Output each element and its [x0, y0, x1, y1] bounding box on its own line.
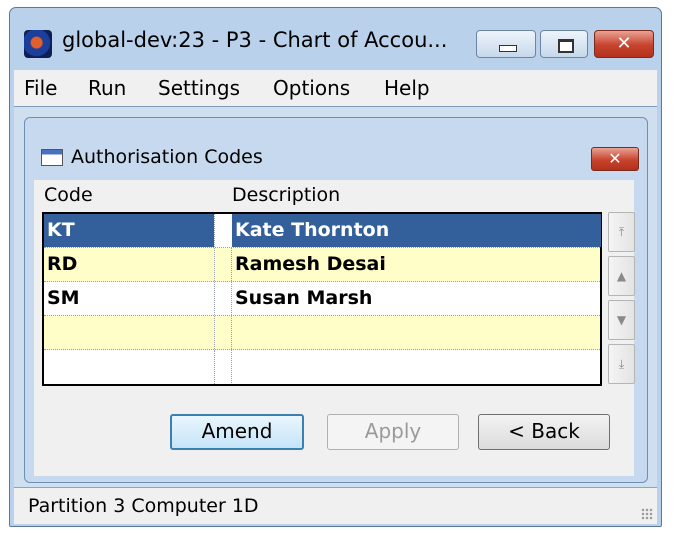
- menu-settings[interactable]: Settings: [158, 76, 240, 100]
- column-header-description[interactable]: Description: [232, 184, 340, 206]
- column-header-code[interactable]: Code: [44, 184, 93, 206]
- dialog-content: Code Description KT Kate Thornton RD Ram…: [34, 180, 635, 476]
- app-globe-icon[interactable]: [24, 30, 52, 58]
- dialog-title: Authorisation Codes: [71, 146, 263, 168]
- column-gap: [214, 248, 231, 281]
- scroll-top-button[interactable]: ⤒: [608, 212, 635, 252]
- apply-button[interactable]: Apply: [327, 414, 459, 450]
- authorisation-codes-window: Authorisation Codes ✕ Code Description K…: [24, 117, 648, 483]
- cell-code: SM: [47, 287, 80, 309]
- back-button[interactable]: < Back: [478, 414, 610, 450]
- menu-bar: File Run Settings Options Help: [14, 70, 657, 106]
- scroll-bottom-icon: ⤓: [618, 357, 625, 371]
- mdi-area: Authorisation Codes ✕ Code Description K…: [14, 106, 657, 487]
- cell-description: Kate Thornton: [232, 214, 601, 247]
- menu-run[interactable]: Run: [88, 76, 126, 100]
- column-gap: [214, 282, 231, 315]
- scroll-up-button[interactable]: ▲: [608, 256, 635, 296]
- title-bar[interactable]: global-dev:23 - P3 - Chart of Accou... ✕: [10, 8, 661, 68]
- cell-code: [44, 350, 214, 383]
- close-icon: ✕: [616, 33, 632, 54]
- cell-code: [44, 316, 214, 349]
- cell-description: [231, 316, 600, 349]
- status-bar: Partition 3 Computer 1D: [14, 487, 657, 524]
- minimize-button[interactable]: [476, 30, 536, 58]
- menu-file[interactable]: File: [24, 76, 57, 100]
- window-title: global-dev:23 - P3 - Chart of Accou...: [62, 28, 448, 52]
- menu-options[interactable]: Options: [273, 76, 350, 100]
- menu-help[interactable]: Help: [384, 76, 430, 100]
- arrow-up-icon: ▲: [616, 269, 627, 283]
- close-button[interactable]: ✕: [594, 30, 654, 58]
- resize-grip-icon[interactable]: [641, 508, 653, 520]
- scroll-down-button[interactable]: ▼: [608, 300, 635, 340]
- cell-description: [231, 350, 600, 383]
- cell-code: RD: [47, 253, 78, 275]
- close-icon: ✕: [608, 149, 622, 168]
- scroll-top-icon: ⤒: [618, 225, 625, 239]
- column-gap: [214, 214, 231, 247]
- table-row[interactable]: RD Ramesh Desai: [44, 248, 600, 282]
- table-row[interactable]: [44, 316, 600, 350]
- codes-table: KT Kate Thornton RD Ramesh Desai SM Susa…: [42, 212, 602, 386]
- column-gap: [214, 316, 231, 349]
- dialog-close-button[interactable]: ✕: [591, 147, 639, 171]
- app-window: global-dev:23 - P3 - Chart of Accou... ✕…: [9, 7, 662, 527]
- column-gap: [214, 350, 231, 384]
- amend-button[interactable]: Amend: [170, 414, 304, 450]
- cell-description: Ramesh Desai: [231, 248, 600, 281]
- table-scrollbar: ⤒ ▲ ▼ ⤓: [608, 212, 635, 386]
- arrow-down-icon: ▼: [616, 313, 627, 327]
- status-text: Partition 3 Computer 1D: [28, 495, 259, 517]
- cell-code: KT: [44, 214, 214, 247]
- table-row[interactable]: SM Susan Marsh: [44, 282, 600, 316]
- maximize-button[interactable]: [540, 30, 588, 58]
- scroll-bottom-button[interactable]: ⤓: [608, 344, 635, 384]
- window-icon: [41, 149, 63, 166]
- table-row[interactable]: [44, 350, 600, 384]
- table-row[interactable]: KT Kate Thornton: [44, 214, 601, 248]
- cell-description: Susan Marsh: [231, 282, 600, 315]
